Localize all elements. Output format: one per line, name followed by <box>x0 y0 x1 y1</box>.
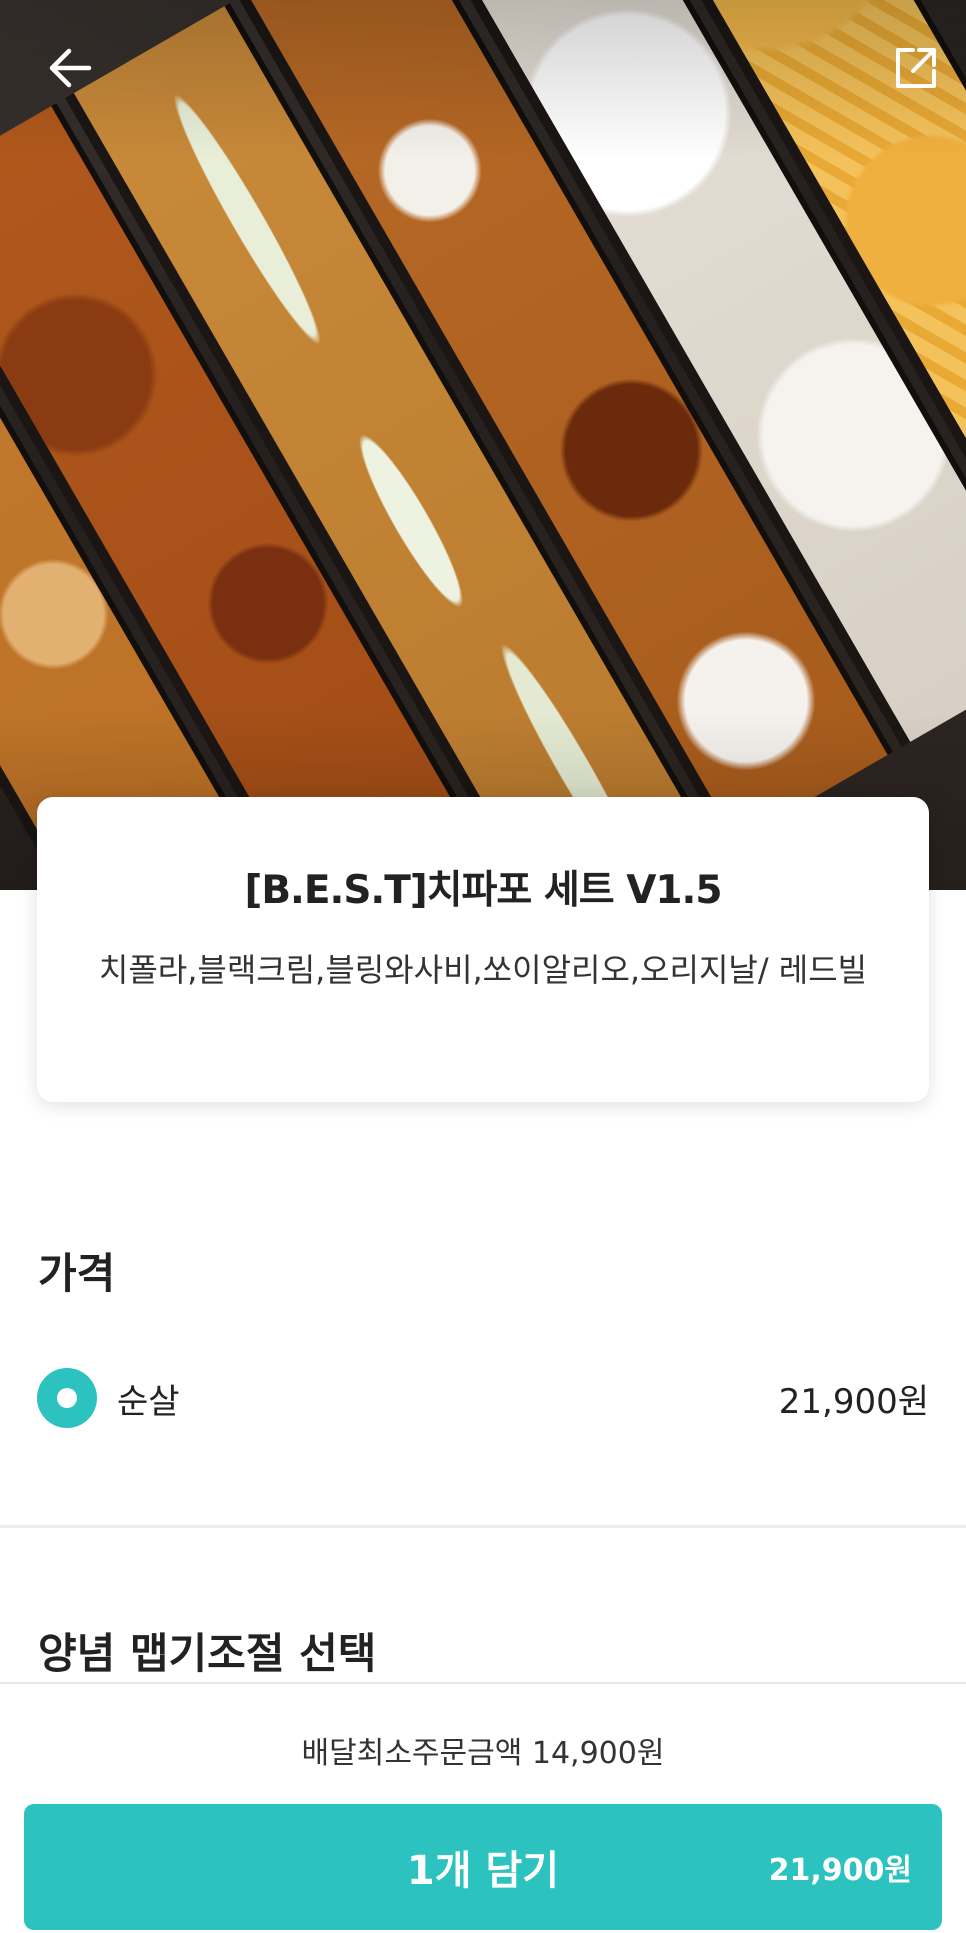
arrow-left-icon <box>49 48 92 88</box>
share-button[interactable] <box>876 28 956 108</box>
hero-shade <box>0 0 966 890</box>
back-button[interactable] <box>30 28 110 108</box>
product-description: 치폴라,블랙크림,블링와사비,쏘이알리오,오리지날/ 레드빌 <box>98 951 868 989</box>
radio-dot <box>57 1388 77 1408</box>
section-divider <box>0 1525 966 1528</box>
add-to-cart-button[interactable]: 1개 담기 21,900원 <box>24 1804 942 1930</box>
price-option-boneless[interactable]: 순살 21,900원 <box>37 1367 929 1429</box>
min-order-amount: 배달최소주문금액 14,900원 <box>301 1736 665 1771</box>
bottom-order-bar: 배달최소주문금액 14,900원 1개 담기 21,900원 <box>0 1682 966 1933</box>
cart-button-label: 1개 담기 <box>406 1848 560 1894</box>
cart-button-price: 21,900원 <box>768 1853 912 1888</box>
radio-selected-icon[interactable] <box>37 1368 97 1428</box>
product-title: [B.E.S.T]치파포 세트 V1.5 <box>244 868 723 913</box>
option-price: 21,900원 <box>778 1381 929 1422</box>
product-info-card: [B.E.S.T]치파포 세트 V1.5 치폴라,블랙크림,블링와사비,쏘이알리… <box>37 797 929 1102</box>
option-label: 순살 <box>117 1381 180 1422</box>
spice-section-title: 양념 맵기조절 선택 <box>38 1629 377 1678</box>
product-hero-image <box>0 0 966 890</box>
share-external-icon <box>896 48 936 88</box>
price-section-title: 가격 <box>38 1249 116 1298</box>
